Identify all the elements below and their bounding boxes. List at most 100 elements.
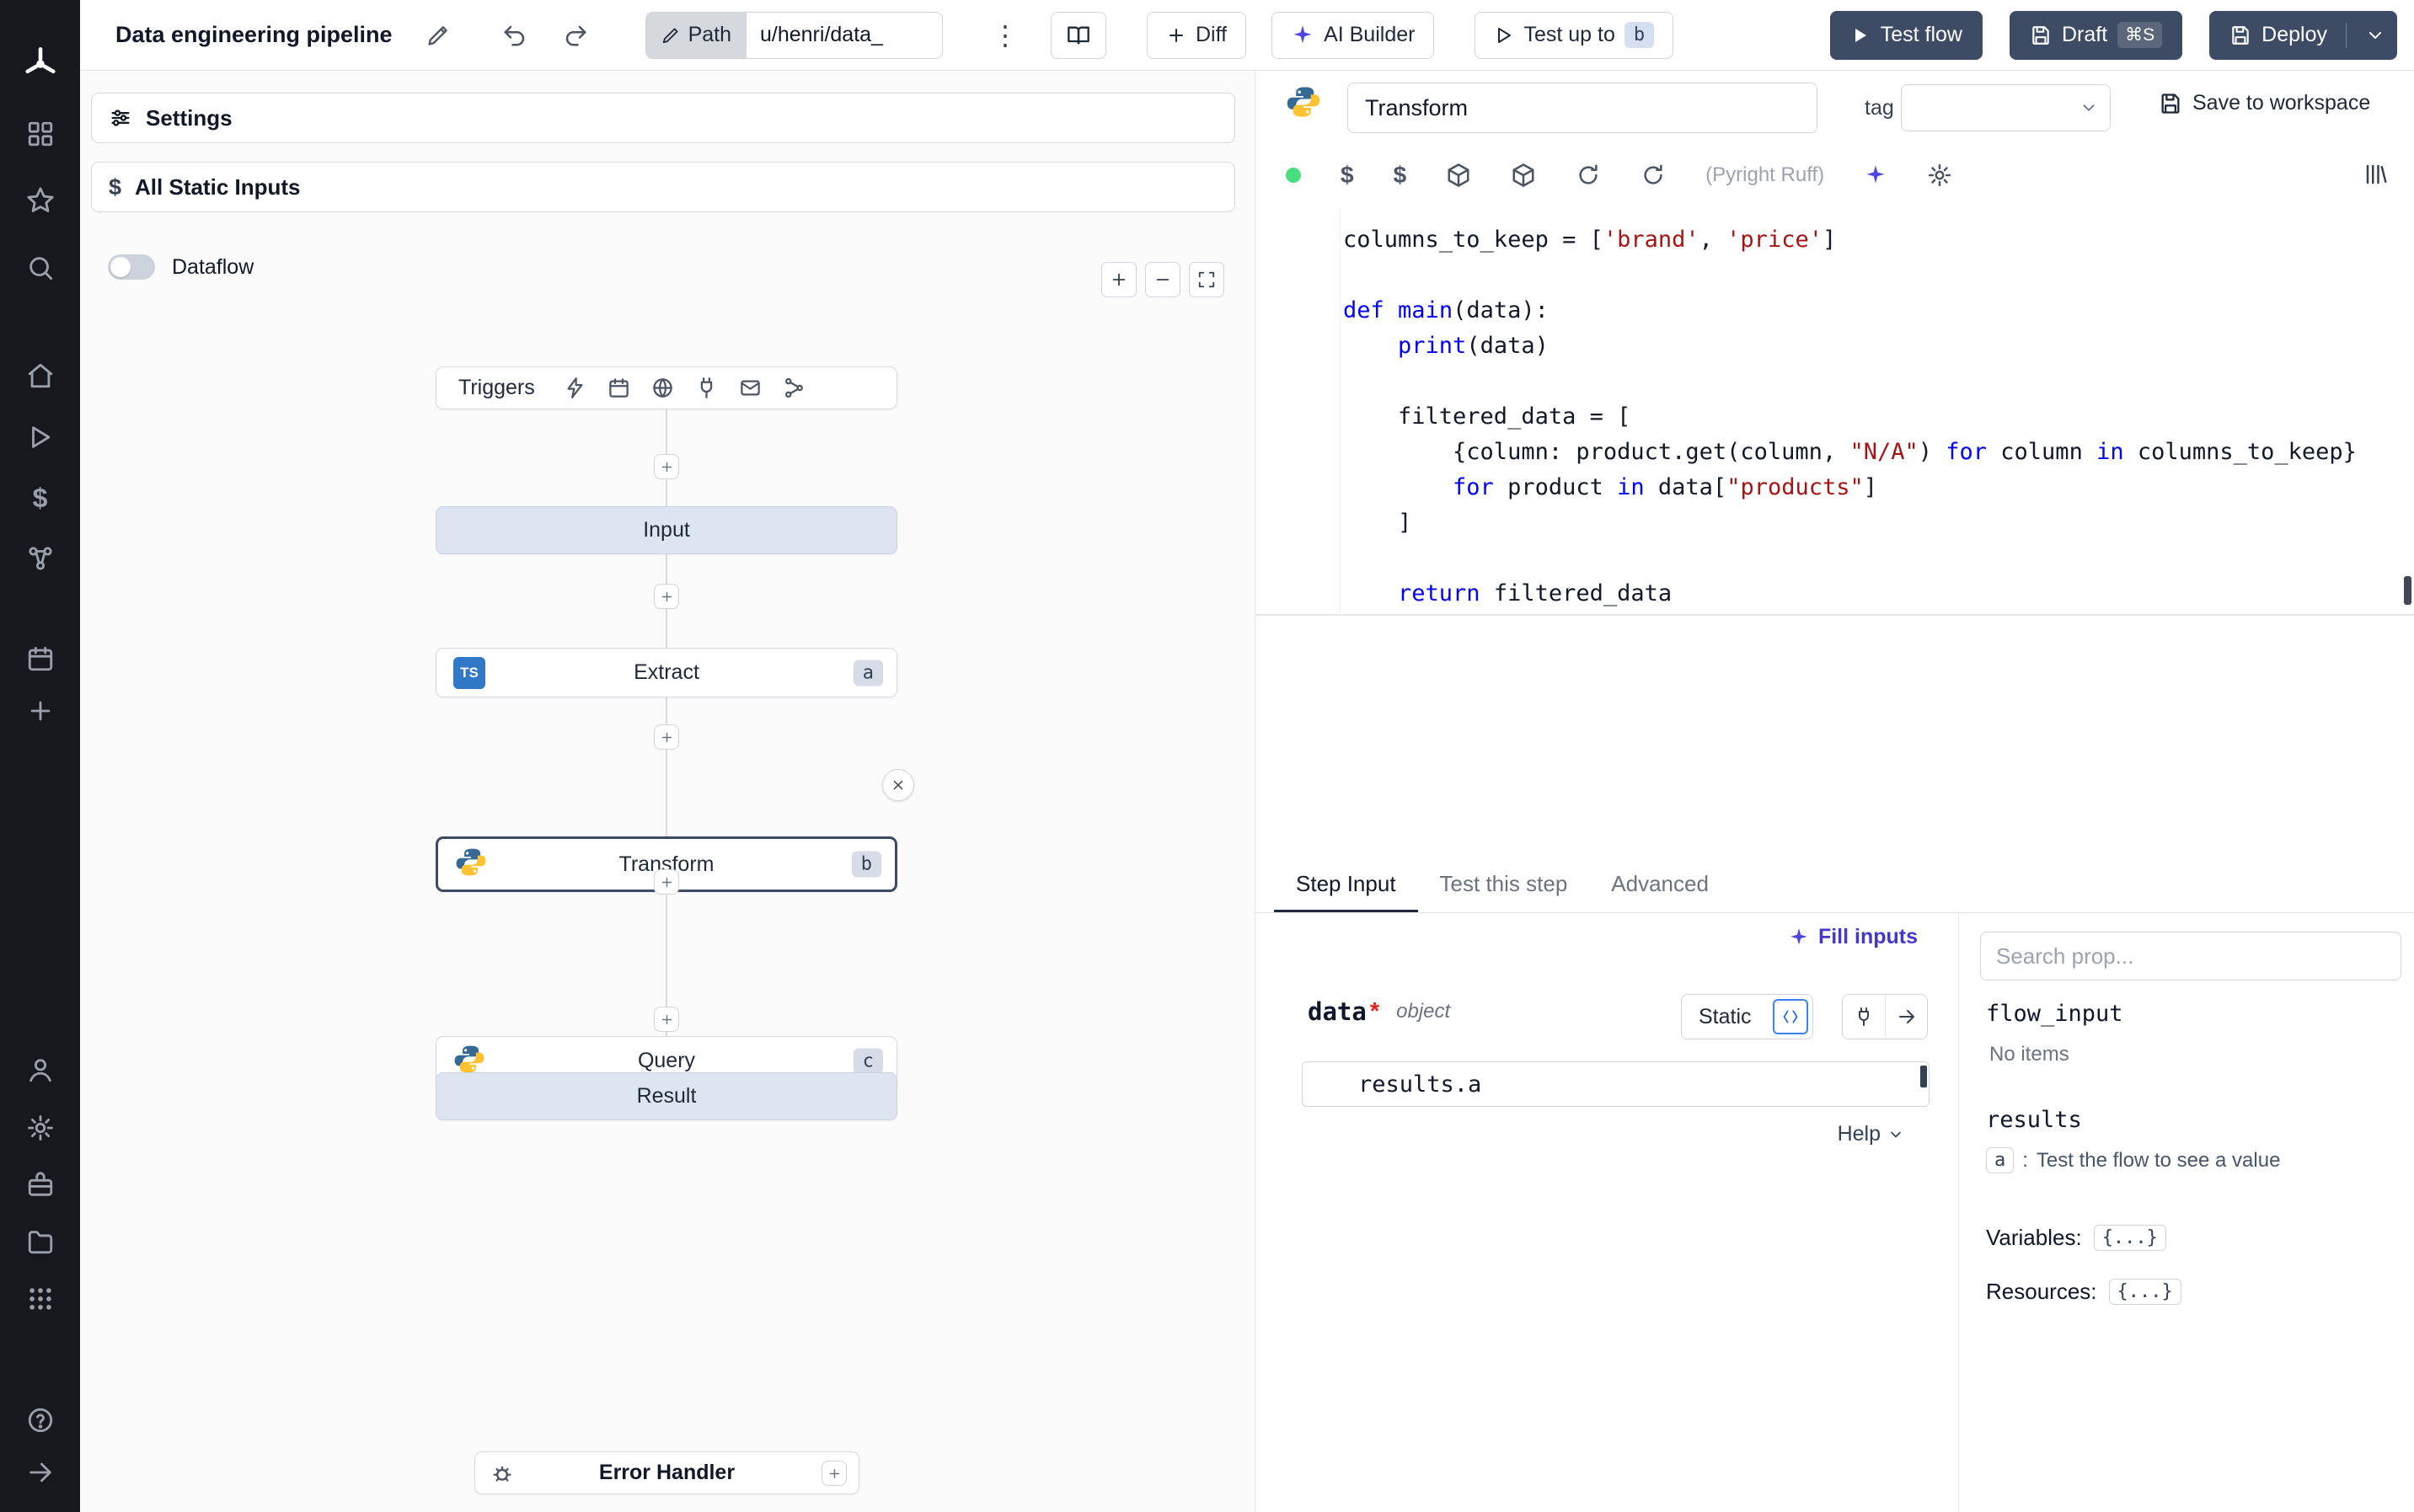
field-type: object [1396, 1000, 1451, 1023]
folders-icon[interactable] [0, 1227, 80, 1256]
variable-picker-icon[interactable]: $ [1341, 162, 1354, 189]
deploy-button[interactable]: Deploy [2209, 10, 2397, 60]
email-icon[interactable] [739, 377, 762, 399]
step-name-input[interactable] [1347, 83, 1817, 133]
fill-inputs-button[interactable]: Fill inputs [1788, 925, 1918, 949]
plug-connect-icon[interactable] [1843, 995, 1885, 1039]
test-up-to-step-badge: b [1624, 22, 1655, 48]
python-icon [455, 847, 487, 883]
help-icon[interactable] [0, 1406, 80, 1435]
result-node[interactable]: Result [436, 1072, 897, 1120]
ai-sparkle-icon [1790, 927, 1807, 945]
error-handler-node[interactable]: Error Handler [474, 1451, 859, 1494]
result-entry[interactable]: a : Test the flow to see a value [1986, 1147, 2280, 1173]
mini-scrollbar-thumb[interactable] [1920, 1066, 1927, 1087]
windmill-logo[interactable] [0, 45, 80, 83]
library-panel-icon[interactable] [2363, 162, 2389, 187]
search-icon[interactable] [0, 254, 80, 282]
webhook-icon[interactable] [564, 377, 586, 399]
expression-editor-toggle-icon[interactable] [1772, 999, 1808, 1034]
apps-grid-icon[interactable] [0, 120, 80, 148]
flow-settings-bar[interactable]: Settings [91, 93, 1235, 143]
help-toggle[interactable]: Help [1838, 1122, 1904, 1146]
reload-icon[interactable] [1641, 163, 1666, 188]
save-icon [2232, 25, 2249, 45]
apps-menu-icon[interactable] [0, 1285, 80, 1313]
variables-row[interactable]: Variables: {...} [1986, 1225, 2166, 1251]
static-mode-button[interactable]: Static [1682, 1005, 1769, 1029]
editor-scrollbar-thumb[interactable] [2404, 576, 2411, 605]
step-editor-panel: tag Save to workspace $ $ (Pyright Ruff)… [1255, 71, 2414, 1512]
path-input[interactable] [747, 12, 942, 58]
undo-icon[interactable] [502, 23, 527, 48]
resources-row[interactable]: Resources: {...} [1986, 1279, 2181, 1305]
path-button[interactable]: Path [645, 12, 747, 58]
flow-title: Data engineering pipeline [115, 22, 393, 47]
runs-icon[interactable] [0, 423, 80, 451]
flow-input-tree-item[interactable]: flow_input [1986, 1001, 2123, 1027]
reload-icon[interactable] [1576, 163, 1601, 188]
result-hint: Test the flow to see a value [2036, 1148, 2281, 1172]
redo-icon[interactable] [563, 23, 588, 48]
arrow-right-icon[interactable] [1885, 995, 1927, 1039]
results-tree-item[interactable]: results [1986, 1107, 2082, 1133]
tab-advanced[interactable]: Advanced [1589, 858, 1731, 912]
websocket-icon[interactable] [695, 377, 718, 399]
sidebar: $ [0, 0, 80, 1512]
code-editor[interactable]: columns_to_keep = ['brand', 'price'] def… [1255, 211, 2414, 616]
package-icon[interactable] [1446, 163, 1471, 188]
resource-picker-icon[interactable]: $ [1394, 162, 1407, 189]
editor-settings-icon[interactable] [1927, 163, 1952, 188]
schedules-icon[interactable] [0, 644, 80, 673]
test-up-to-button[interactable]: Test up to b [1475, 11, 1674, 59]
http-route-icon[interactable] [651, 377, 674, 399]
delete-step-button[interactable] [882, 769, 914, 801]
home-icon[interactable] [0, 361, 80, 390]
docs-button[interactable] [1051, 11, 1106, 59]
add-icon[interactable] [0, 697, 80, 725]
no-items-label: No items [1989, 1043, 2069, 1066]
dollar-icon: $ [109, 174, 122, 200]
more-menu-icon[interactable]: ⋮ [992, 19, 1019, 51]
input-node[interactable]: Input [436, 506, 897, 554]
add-step-button[interactable] [654, 454, 679, 479]
collapse-sidebar-icon[interactable] [0, 1458, 80, 1487]
resources-icon[interactable] [0, 544, 80, 573]
tab-step-input[interactable]: Step Input [1274, 858, 1418, 912]
zoom-out-button[interactable] [1145, 262, 1180, 297]
tag-select[interactable] [1901, 84, 2111, 131]
extract-node[interactable]: TS Extract a [436, 648, 897, 697]
variables-icon[interactable]: $ [0, 483, 80, 514]
triggers-node[interactable]: Triggers [436, 366, 897, 409]
fit-view-button[interactable] [1189, 262, 1224, 297]
ai-sparkle-icon[interactable] [1864, 163, 1887, 187]
settings-gear-icon[interactable] [0, 1114, 80, 1142]
add-step-button[interactable] [654, 869, 679, 895]
add-step-button[interactable] [654, 584, 679, 609]
ai-builder-button[interactable]: AI Builder [1271, 11, 1435, 59]
schedule-icon[interactable] [608, 377, 630, 399]
all-static-inputs-bar[interactable]: $ All Static Inputs [91, 162, 1235, 212]
add-step-button[interactable] [654, 1007, 679, 1032]
save-to-workspace-button[interactable]: Save to workspace [2159, 91, 2370, 115]
add-error-handler-button[interactable] [822, 1461, 847, 1486]
chevron-down-icon[interactable] [2365, 25, 2385, 45]
tab-test-this-step[interactable]: Test this step [1418, 858, 1590, 912]
dataflow-toggle[interactable] [108, 254, 155, 280]
package-icon[interactable] [1511, 163, 1536, 188]
field-value-editor[interactable]: results.a [1302, 1061, 1930, 1107]
search-prop-input[interactable] [1980, 932, 2401, 980]
tag-label: tag [1865, 96, 1894, 120]
all-static-inputs-label: All Static Inputs [135, 174, 301, 200]
test-flow-button[interactable]: Test flow [1829, 10, 1983, 60]
lint-assistants-label: (Pyright Ruff) [1705, 163, 1825, 186]
draft-button[interactable]: Draft ⌘S [2009, 10, 2183, 60]
add-step-button[interactable] [654, 724, 679, 750]
kafka-icon[interactable] [783, 377, 806, 399]
star-icon[interactable] [0, 186, 80, 215]
diff-button[interactable]: Diff [1147, 11, 1247, 59]
zoom-in-button[interactable] [1101, 262, 1137, 297]
user-icon[interactable] [0, 1055, 80, 1084]
workers-icon[interactable] [0, 1171, 80, 1199]
edit-title-icon[interactable] [426, 24, 450, 47]
